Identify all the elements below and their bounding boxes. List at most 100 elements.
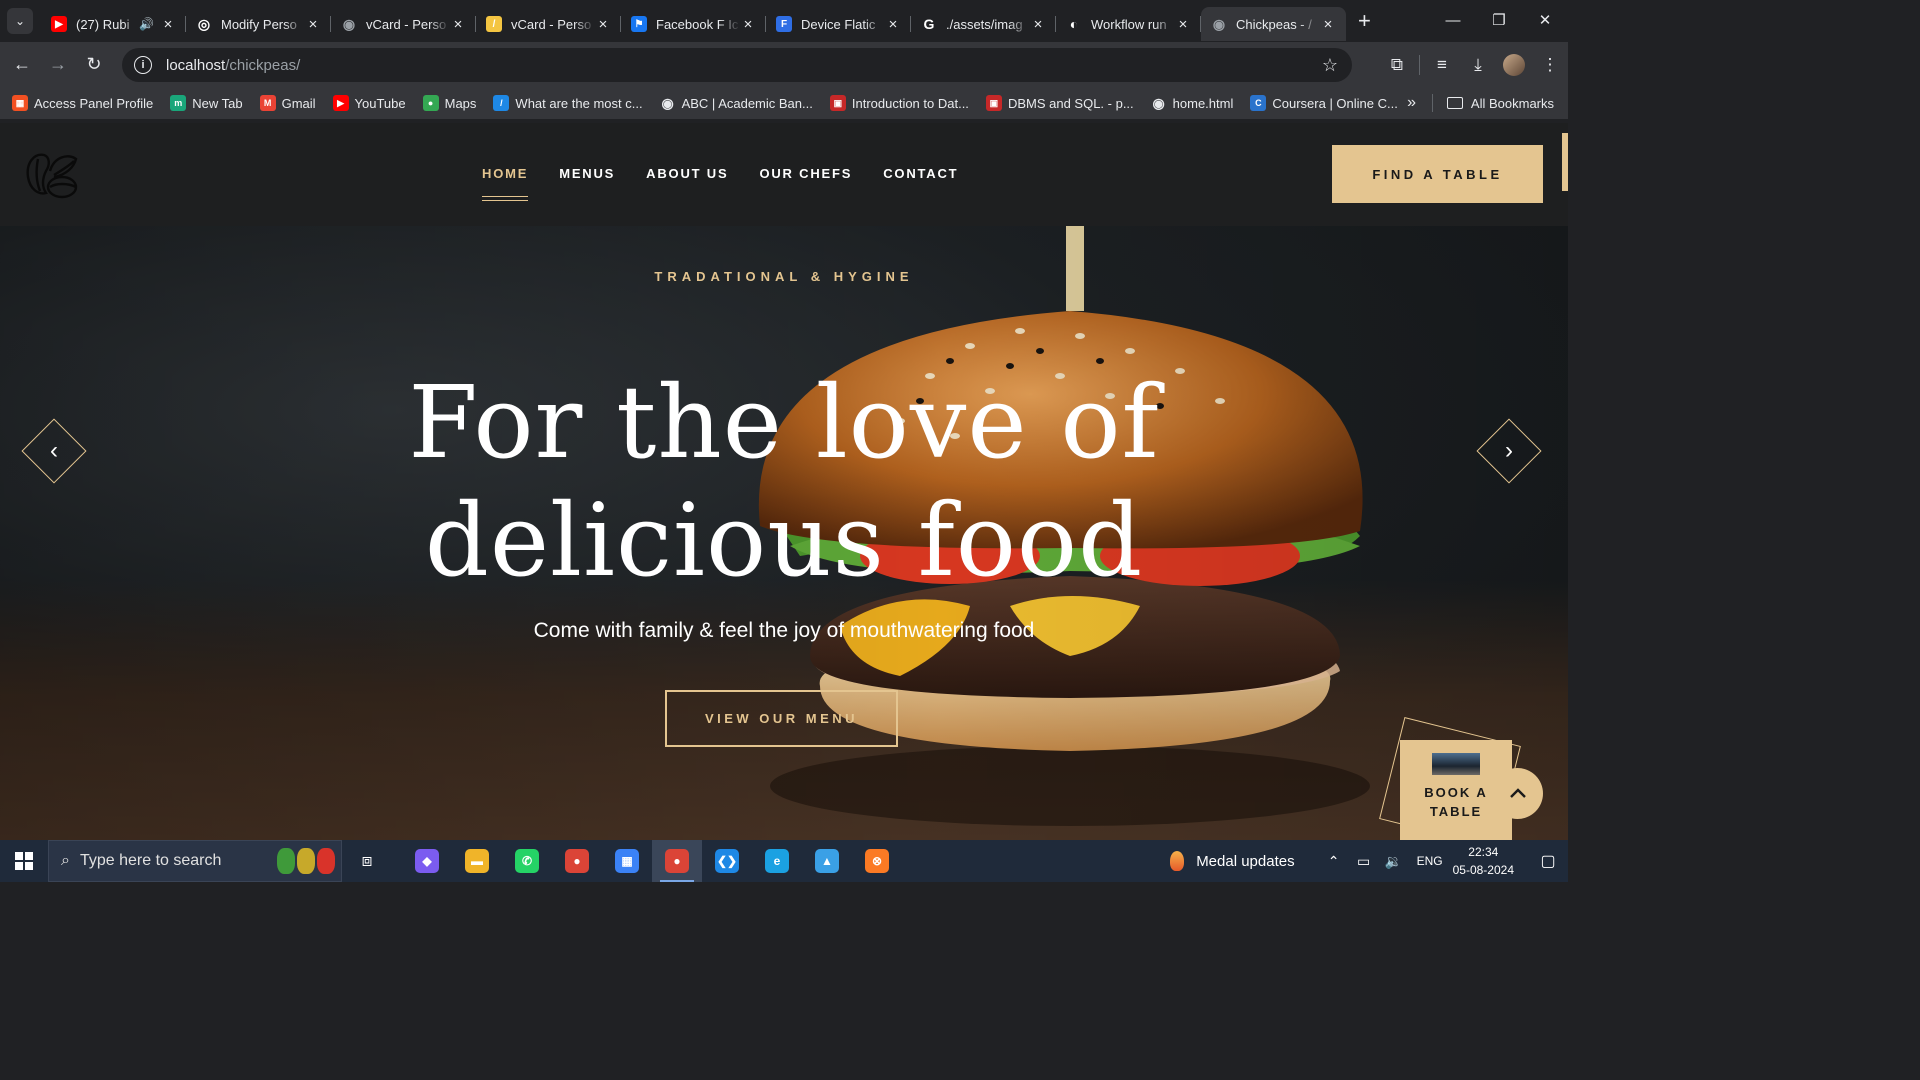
forward-arrow-icon[interactable]: → bbox=[40, 47, 76, 83]
restore-icon[interactable]: ❐ bbox=[1476, 0, 1522, 40]
chrome-icon: ● bbox=[565, 849, 589, 873]
bookmark-item[interactable]: C Coursera | Online C... bbox=[1250, 95, 1398, 111]
nav-item-home[interactable]: HOME bbox=[482, 166, 529, 201]
close-tab-icon[interactable]: × bbox=[450, 16, 466, 33]
bookmark-favicon-icon: m bbox=[170, 95, 187, 111]
speaker-icon[interactable]: 🔊 bbox=[139, 17, 154, 31]
browser-tab[interactable]: ◉ vCard - Perso × bbox=[331, 7, 476, 41]
bookmark-item[interactable]: ▣ Introduction to Dat... bbox=[829, 95, 969, 111]
all-bookmarks-button[interactable]: All Bookmarks bbox=[1432, 94, 1554, 112]
tomato-icon bbox=[317, 848, 335, 874]
scroll-edge-accent bbox=[1562, 133, 1568, 191]
clock-date: 05-08-2024 bbox=[1452, 863, 1514, 877]
find-a-table-button[interactable]: FIND A TABLE bbox=[1332, 145, 1543, 203]
tab-favicon-icon: G bbox=[923, 16, 935, 32]
taskbar-app-chrome[interactable]: ● bbox=[552, 840, 602, 882]
whatsapp-icon: ✆ bbox=[515, 849, 539, 873]
browser-tab[interactable]: F Device Flatic × bbox=[766, 7, 911, 41]
start-button[interactable] bbox=[0, 840, 48, 882]
nav-item-contact[interactable]: CONTACT bbox=[883, 166, 958, 181]
taskbar-app-microsoft-store[interactable]: ▦ bbox=[602, 840, 652, 882]
back-to-top-button[interactable] bbox=[1492, 768, 1543, 819]
paint-icon: ▲ bbox=[815, 849, 839, 873]
windows-taskbar: ⌕ Type here to search ⧈ ◆ ▬ ✆ ● ▦ ● ❮❯ e ▲ ⊗ Meda… bbox=[0, 840, 1568, 882]
taskbar-search-box[interactable]: ⌕ Type here to search bbox=[48, 840, 342, 882]
browser-tab[interactable]: / vCard - Perso × bbox=[476, 7, 621, 41]
close-tab-icon[interactable]: × bbox=[740, 16, 756, 33]
task-view-icon[interactable]: ⧈ bbox=[342, 840, 392, 882]
nav-item-our-chefs[interactable]: OUR CHEFS bbox=[759, 166, 852, 181]
site-header: HOME MENUS ABOUT US OUR CHEFS CONTACT FIND A… bbox=[0, 123, 1568, 226]
taskbar-app-copilot[interactable]: ◆ bbox=[402, 840, 452, 882]
back-arrow-icon[interactable]: ← bbox=[4, 47, 40, 83]
site-info-icon[interactable]: i bbox=[134, 56, 152, 74]
bookmark-item[interactable]: ▶ YouTube bbox=[332, 95, 406, 111]
kebab-menu-icon[interactable]: ⋮ bbox=[1532, 47, 1568, 83]
browser-tab[interactable]: ▶ (27) Rubi 🔊 × bbox=[41, 7, 186, 41]
close-tab-icon[interactable]: × bbox=[160, 16, 176, 33]
hero-headline-line-1: For the love of bbox=[408, 364, 1160, 481]
bookmark-favicon-icon: ▶ bbox=[332, 95, 349, 111]
bookmark-item[interactable]: ◉ ABC | Academic Ban... bbox=[660, 95, 812, 111]
bookmark-star-icon[interactable]: ☆ bbox=[1322, 55, 1338, 76]
bookmark-item[interactable]: ▦ Access Panel Profile bbox=[12, 95, 153, 111]
nav-item-about-us[interactable]: ABOUT US bbox=[646, 166, 728, 181]
bookmark-label: New Tab bbox=[192, 95, 243, 111]
tab-title: Workflow run bbox=[1091, 16, 1167, 32]
taskbar-app-xampp[interactable]: ⊗ bbox=[852, 840, 902, 882]
close-window-icon[interactable]: ✕ bbox=[1522, 0, 1568, 40]
close-tab-icon[interactable]: × bbox=[1030, 16, 1046, 33]
nav-item-menus[interactable]: MENUS bbox=[559, 166, 615, 181]
taskbar-app-vscode[interactable]: ❮❯ bbox=[702, 840, 752, 882]
download-icon[interactable]: ⤓ bbox=[1460, 47, 1496, 83]
extensions-puzzle-icon[interactable]: ⧉ bbox=[1379, 47, 1415, 83]
bookmark-label: Introduction to Dat... bbox=[851, 95, 969, 111]
url-text[interactable]: localhost/chickpeas/ bbox=[166, 57, 300, 74]
tab-list: ▶ (27) Rubi 🔊 × ◎ Modify Perso × ◉ vCard - Perso… bbox=[41, 0, 1346, 42]
tray-overflow-chevron-icon[interactable]: ⌃ bbox=[1319, 853, 1349, 870]
new-tab-plus-icon[interactable]: + bbox=[1358, 10, 1371, 32]
hero-subtitle: TRADATIONAL & HYGINE bbox=[654, 269, 914, 284]
bookmark-item[interactable]: M Gmail bbox=[259, 95, 316, 111]
bookmark-favicon-icon: ● bbox=[422, 95, 439, 111]
chickpeas-logo-icon[interactable] bbox=[24, 149, 80, 201]
search-icon: ⌕ bbox=[61, 852, 70, 869]
browser-tab[interactable]: ◐ Workflow run × bbox=[1056, 7, 1201, 41]
browser-tab[interactable]: ⚑ Facebook F Ic × bbox=[621, 7, 766, 41]
address-bar[interactable]: i localhost/chickpeas/ ☆ bbox=[122, 48, 1352, 82]
bookmark-favicon-icon: ▦ bbox=[12, 95, 28, 111]
taskbar-app-whatsapp[interactable]: ✆ bbox=[502, 840, 552, 882]
close-tab-icon[interactable]: × bbox=[1320, 16, 1336, 33]
more-bookmarks-chevron-icon[interactable]: » bbox=[1407, 94, 1416, 112]
taskbar-app-chrome-profile[interactable]: ● bbox=[652, 840, 702, 882]
tab-search-chevron-icon[interactable]: ⌄ bbox=[7, 8, 33, 34]
medal-updates-widget[interactable]: Medal updates bbox=[1170, 851, 1295, 871]
close-tab-icon[interactable]: × bbox=[305, 16, 321, 33]
browser-tab[interactable]: G ./assets/imag × bbox=[911, 7, 1056, 41]
notification-center-icon[interactable]: ▢ bbox=[1528, 851, 1568, 871]
close-tab-icon[interactable]: × bbox=[1175, 16, 1191, 33]
profile-avatar[interactable] bbox=[1496, 47, 1532, 83]
system-clock[interactable]: 22:34 05-08-2024 bbox=[1453, 843, 1514, 879]
minimize-icon[interactable]: — bbox=[1430, 0, 1476, 40]
taskbar-app-edge[interactable]: e bbox=[752, 840, 802, 882]
close-tab-icon[interactable]: × bbox=[885, 16, 901, 33]
bookmark-item[interactable]: m New Tab bbox=[170, 95, 243, 111]
pinned-apps: ◆ ▬ ✆ ● ▦ ● ❮❯ e ▲ ⊗ bbox=[402, 840, 902, 882]
media-control-icon[interactable]: ≡ bbox=[1424, 47, 1460, 83]
browser-tab[interactable]: ◎ Modify Perso × bbox=[186, 7, 331, 41]
bookmark-item[interactable]: ◉ home.html bbox=[1151, 95, 1234, 111]
view-our-menu-button[interactable]: VIEW OUR MENU bbox=[665, 690, 898, 747]
battery-icon[interactable]: ▭ bbox=[1349, 853, 1379, 870]
volume-icon[interactable]: 🔉 bbox=[1379, 853, 1409, 870]
bookmark-item[interactable]: / What are the most c... bbox=[493, 95, 643, 111]
language-indicator[interactable]: ENG bbox=[1417, 854, 1443, 868]
taskbar-app-paint[interactable]: ▲ bbox=[802, 840, 852, 882]
reload-icon[interactable]: ↻ bbox=[76, 47, 112, 83]
browser-tab[interactable]: ◉ Chickpeas - / × bbox=[1201, 7, 1346, 41]
bookmark-item[interactable]: ● Maps bbox=[422, 95, 476, 111]
tab-favicon-icon: / bbox=[486, 16, 502, 32]
close-tab-icon[interactable]: × bbox=[595, 16, 611, 33]
bookmark-item[interactable]: ▣ DBMS and SQL. - p... bbox=[985, 95, 1134, 111]
taskbar-app-file-explorer[interactable]: ▬ bbox=[452, 840, 502, 882]
